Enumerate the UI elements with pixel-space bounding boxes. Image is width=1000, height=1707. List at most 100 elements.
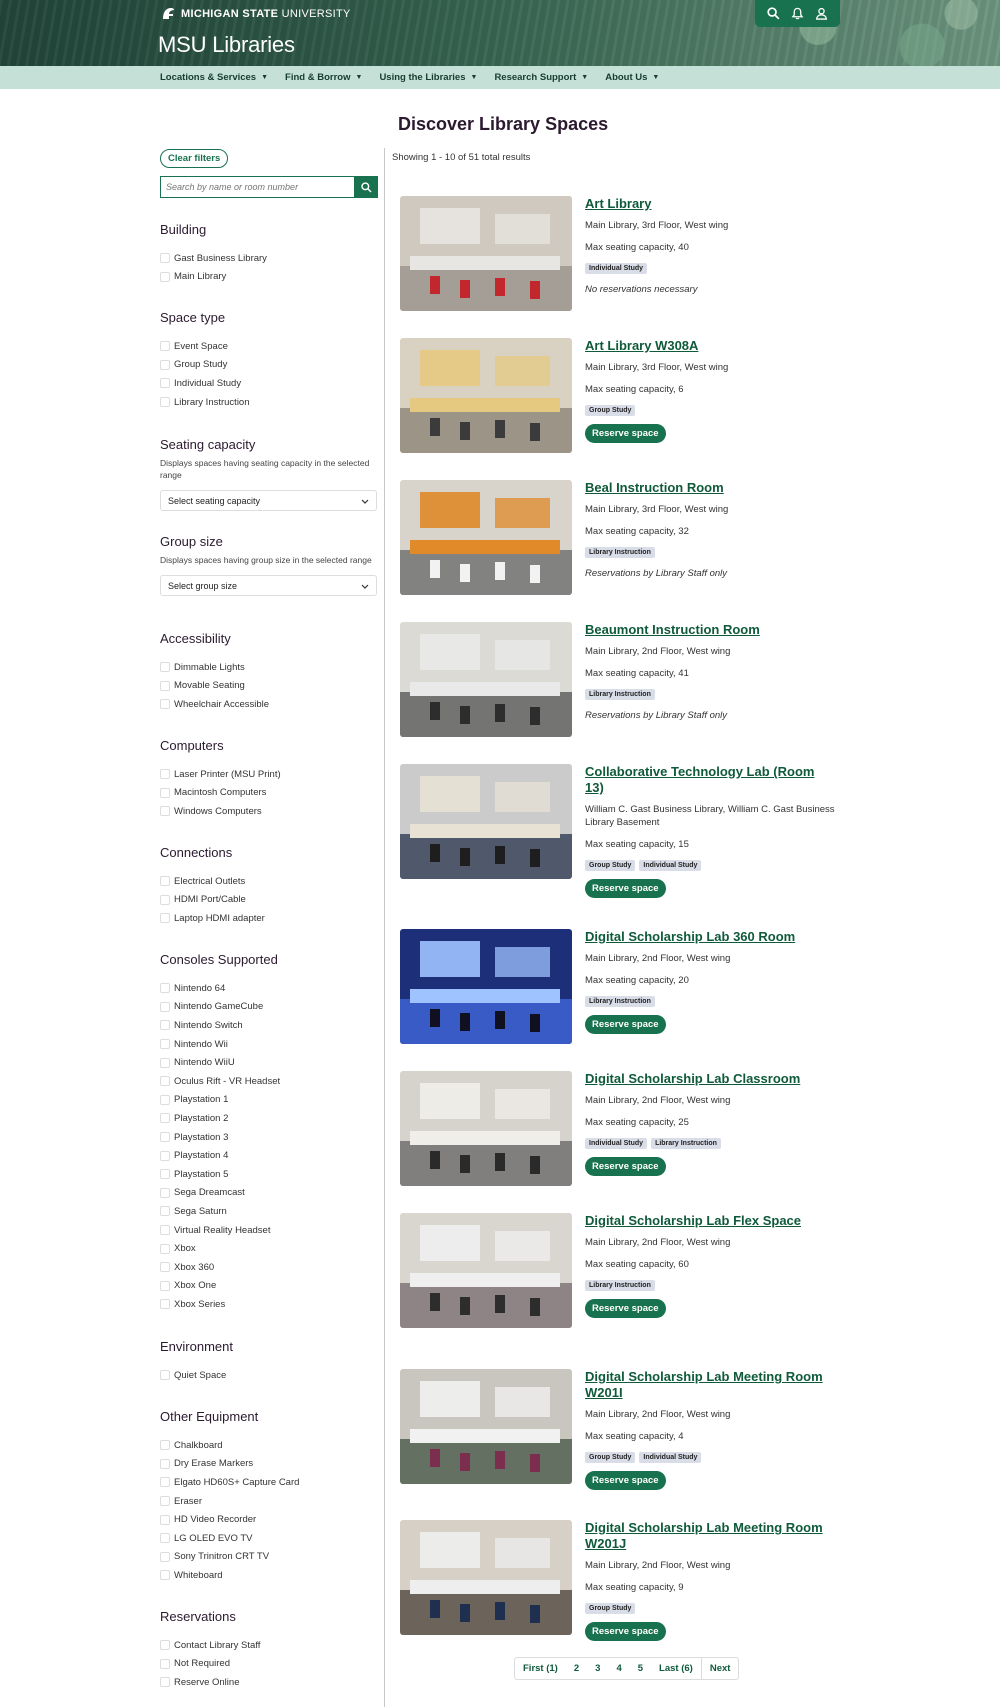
university-logo[interactable]: MICHIGAN STATE UNIVERSITY xyxy=(160,6,351,22)
filter-option[interactable]: Group Study xyxy=(160,356,378,375)
checkbox[interactable] xyxy=(160,1370,170,1381)
page-last[interactable]: Last (6) xyxy=(651,1658,701,1679)
filter-option[interactable]: Quiet Space xyxy=(160,1366,378,1385)
reserve-space-button[interactable]: Reserve space xyxy=(585,1015,666,1034)
filter-option[interactable]: Windows Computers xyxy=(160,802,378,821)
checkbox[interactable] xyxy=(160,1206,170,1217)
filter-option[interactable]: Playstation 1 xyxy=(160,1091,378,1110)
filter-option[interactable]: Event Space xyxy=(160,337,378,356)
seating-capacity-select[interactable]: Select seating capacity xyxy=(160,490,377,511)
filter-option[interactable]: Not Required xyxy=(160,1655,378,1674)
checkbox[interactable] xyxy=(160,1570,170,1581)
site-title[interactable]: MSU Libraries xyxy=(158,32,295,58)
checkbox[interactable] xyxy=(160,1187,170,1198)
checkbox[interactable] xyxy=(160,1169,170,1180)
checkbox[interactable] xyxy=(160,1477,170,1488)
room-photo[interactable] xyxy=(400,338,572,453)
checkbox[interactable] xyxy=(160,1440,170,1451)
filter-option[interactable]: Playstation 2 xyxy=(160,1109,378,1128)
user-icon[interactable] xyxy=(813,5,831,23)
filter-option[interactable]: Xbox xyxy=(160,1239,378,1258)
checkbox[interactable] xyxy=(160,1299,170,1310)
checkbox[interactable] xyxy=(160,359,170,370)
clear-filters-button[interactable]: Clear filters xyxy=(160,149,229,168)
room-photo[interactable] xyxy=(400,1071,572,1186)
checkbox[interactable] xyxy=(160,787,170,798)
filter-option[interactable]: Virtual Reality Headset xyxy=(160,1221,378,1240)
room-name-link[interactable]: Digital Scholarship Lab Classroom xyxy=(585,1071,835,1087)
nav-about-us[interactable]: About Us ▼ xyxy=(605,72,659,83)
checkbox[interactable] xyxy=(160,1677,170,1688)
checkbox[interactable] xyxy=(160,1113,170,1124)
room-photo[interactable] xyxy=(400,929,572,1044)
filter-option[interactable]: Xbox One xyxy=(160,1277,378,1296)
filter-option[interactable]: Gast Business Library xyxy=(160,249,378,268)
filter-option[interactable]: Individual Study xyxy=(160,374,378,393)
filter-option[interactable]: Nintendo WiiU xyxy=(160,1053,378,1072)
page-first[interactable]: First (1) xyxy=(515,1658,566,1679)
reserve-space-button[interactable]: Reserve space xyxy=(585,424,666,443)
checkbox[interactable] xyxy=(160,1094,170,1105)
room-name-link[interactable]: Collaborative Technology Lab (Room 13) xyxy=(585,764,835,796)
filter-option[interactable]: Eraser xyxy=(160,1492,378,1511)
room-photo[interactable] xyxy=(400,1369,572,1484)
checkbox[interactable] xyxy=(160,378,170,389)
filter-option[interactable]: Whiteboard xyxy=(160,1566,378,1585)
room-name-link[interactable]: Digital Scholarship Lab Meeting Room W20… xyxy=(585,1369,835,1401)
filter-option[interactable]: Wheelchair Accessible xyxy=(160,695,378,714)
nav-locations-services[interactable]: Locations & Services ▼ xyxy=(160,72,268,83)
checkbox[interactable] xyxy=(160,1243,170,1254)
room-photo[interactable] xyxy=(400,764,572,879)
checkbox[interactable] xyxy=(160,1132,170,1143)
room-photo[interactable] xyxy=(400,196,572,311)
filter-option[interactable]: Macintosh Computers xyxy=(160,784,378,803)
room-name-link[interactable]: Digital Scholarship Lab Meeting Room W20… xyxy=(585,1520,835,1552)
filter-option[interactable]: Movable Seating xyxy=(160,677,378,696)
checkbox[interactable] xyxy=(160,662,170,673)
checkbox[interactable] xyxy=(160,1001,170,1012)
reserve-space-button[interactable]: Reserve space xyxy=(585,1622,666,1641)
room-name-link[interactable]: Art Library xyxy=(585,196,835,212)
checkbox[interactable] xyxy=(160,1640,170,1651)
filter-option[interactable]: Electrical Outlets xyxy=(160,872,378,891)
reserve-space-button[interactable]: Reserve space xyxy=(585,1299,666,1318)
filter-option[interactable]: Reserve Online xyxy=(160,1673,378,1692)
checkbox[interactable] xyxy=(160,699,170,710)
filter-option[interactable]: Playstation 5 xyxy=(160,1165,378,1184)
checkbox[interactable] xyxy=(160,983,170,994)
filter-option[interactable]: Xbox 360 xyxy=(160,1258,378,1277)
filter-option[interactable]: LG OLED EVO TV xyxy=(160,1529,378,1548)
filter-option[interactable]: Elgato HD60S+ Capture Card xyxy=(160,1473,378,1492)
checkbox[interactable] xyxy=(160,680,170,691)
room-photo[interactable] xyxy=(400,622,572,737)
checkbox[interactable] xyxy=(160,1458,170,1469)
room-name-link[interactable]: Beal Instruction Room xyxy=(585,480,835,496)
nav-using-the-libraries[interactable]: Using the Libraries ▼ xyxy=(379,72,477,83)
room-photo[interactable] xyxy=(400,480,572,595)
checkbox[interactable] xyxy=(160,1225,170,1236)
checkbox[interactable] xyxy=(160,271,170,282)
checkbox[interactable] xyxy=(160,1658,170,1669)
checkbox[interactable] xyxy=(160,913,170,924)
checkbox[interactable] xyxy=(160,1514,170,1525)
checkbox[interactable] xyxy=(160,253,170,264)
filter-option[interactable]: Nintendo GameCube xyxy=(160,998,378,1017)
filter-option[interactable]: Oculus Rift - VR Headset xyxy=(160,1072,378,1091)
room-name-link[interactable]: Art Library W308A xyxy=(585,338,835,354)
group-size-select[interactable]: Select group size xyxy=(160,575,377,596)
checkbox[interactable] xyxy=(160,1551,170,1562)
search-icon[interactable] xyxy=(764,5,782,23)
checkbox[interactable] xyxy=(160,806,170,817)
reserve-space-button[interactable]: Reserve space xyxy=(585,1157,666,1176)
checkbox[interactable] xyxy=(160,1076,170,1087)
filter-option[interactable]: Library Instruction xyxy=(160,393,378,412)
checkbox[interactable] xyxy=(160,1057,170,1068)
filter-option[interactable]: Playstation 4 xyxy=(160,1146,378,1165)
checkbox[interactable] xyxy=(160,876,170,887)
checkbox[interactable] xyxy=(160,1150,170,1161)
page-next[interactable]: Next xyxy=(700,1658,739,1679)
page-4[interactable]: 4 xyxy=(608,1658,629,1679)
filter-option[interactable]: Playstation 3 xyxy=(160,1128,378,1147)
bell-icon[interactable] xyxy=(788,5,806,23)
search-input[interactable] xyxy=(160,176,354,198)
